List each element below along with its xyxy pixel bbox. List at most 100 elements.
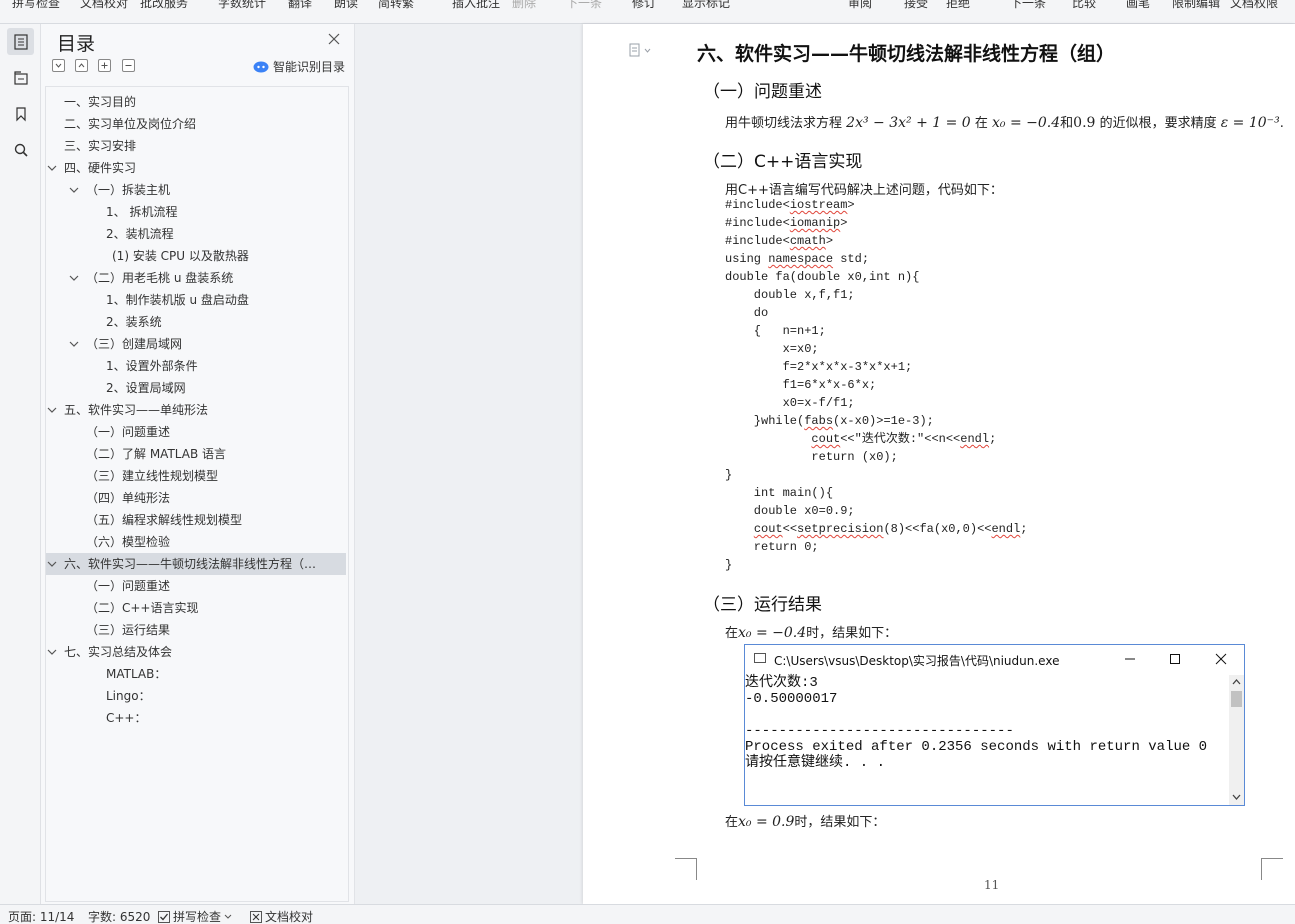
toc-item[interactable]: （一）问题重述 <box>46 421 346 443</box>
code-block: #include<iostream> #include<iomanip> #incl… <box>725 196 1028 574</box>
ribbon-proofread[interactable]: 文档校对 <box>80 0 128 11</box>
toc-item[interactable]: 1、 拆机流程 <box>46 201 346 223</box>
proofread-status[interactable]: 文档校对 <box>250 908 313 924</box>
toc-item[interactable]: 2、设置局域网 <box>46 377 346 399</box>
toc-item[interactable]: （三）创建局域网 <box>46 333 346 355</box>
toc-item[interactable]: 1、制作装机版 u 盘启动盘 <box>46 289 346 311</box>
toc-item[interactable]: （二）用老毛桃 u 盘装系统 <box>46 267 346 289</box>
ribbon-insert-comment[interactable]: 插入批注 <box>452 0 500 11</box>
chevron-down-icon[interactable] <box>46 157 58 179</box>
toc-item[interactable]: （六）模型检验 <box>46 531 346 553</box>
dropdown-arrow-icon <box>224 914 232 919</box>
spellcheck-status[interactable]: 拼写检查 <box>158 908 232 924</box>
expand-down-icon[interactable] <box>52 59 65 72</box>
toc-item[interactable]: 六、软件实习——牛顿切线法解非线性方程（… <box>46 553 346 575</box>
toc-item-label: 2、装系统 <box>106 315 162 329</box>
toc-item[interactable]: C++： <box>46 707 346 729</box>
toc-item-label: （二）了解 MATLAB 语言 <box>86 447 226 461</box>
ribbon-read-aloud[interactable]: 朗读 <box>334 0 358 11</box>
ribbon-delete[interactable]: 删除 <box>512 0 536 11</box>
toc-item[interactable]: （四）单纯形法 <box>46 487 346 509</box>
close-window-icon[interactable] <box>1211 649 1231 669</box>
chevron-down-icon[interactable] <box>46 553 58 575</box>
ribbon-pen[interactable]: 画笔 <box>1126 0 1150 11</box>
bookmark-icon[interactable] <box>7 100 34 127</box>
toc-item[interactable]: 2、装系统 <box>46 311 346 333</box>
toc-item[interactable]: Lingo： <box>46 685 346 707</box>
toc-item[interactable]: 三、实习安排 <box>46 135 346 157</box>
ribbon-translate[interactable]: 翻译 <box>288 0 312 11</box>
chevron-down-icon[interactable] <box>68 179 80 201</box>
toc-item[interactable]: MATLAB： <box>46 663 346 685</box>
page-indicator[interactable]: 页面: 11/14 <box>8 908 74 924</box>
chapter-nav-icon[interactable] <box>7 64 34 91</box>
paragraph-mark-icon[interactable] <box>629 43 653 57</box>
code-line: double x0=0.9; <box>725 504 855 518</box>
scroll-down-icon[interactable] <box>1231 793 1242 802</box>
console-output: 迭代次数:3 -0.50000017 -----------------------… <box>745 675 1229 805</box>
toc-title: 目录 <box>57 33 96 55</box>
ribbon-revise[interactable]: 修订 <box>632 0 656 11</box>
console-scrollbar[interactable] <box>1229 675 1244 805</box>
toc-item-label: Lingo： <box>106 689 151 703</box>
chevron-down-icon[interactable] <box>46 641 58 663</box>
ribbon-review[interactable]: 审阅 <box>848 0 872 11</box>
toc-item[interactable]: 四、硬件实习 <box>46 157 346 179</box>
toc-item[interactable]: 2、装机流程 <box>46 223 346 245</box>
ribbon-spellcheck[interactable]: 拼写检查 <box>12 0 60 11</box>
remove-heading-icon[interactable] <box>122 59 135 72</box>
toc-item-label: 七、实习总结及体会 <box>64 645 173 659</box>
ribbon-restrict-edit[interactable]: 限制编辑 <box>1172 0 1220 11</box>
page-corner-left <box>675 858 697 880</box>
minimize-icon[interactable] <box>1120 649 1140 669</box>
toc-item-label: (1) 安装 CPU 以及散热器 <box>112 249 249 263</box>
close-icon[interactable] <box>327 32 341 46</box>
toc-item[interactable]: 五、软件实习——单纯形法 <box>46 399 346 421</box>
code-line: #include<iomanip> <box>725 216 848 230</box>
scroll-up-icon[interactable] <box>1231 677 1242 686</box>
ribbon-accept[interactable]: 接受 <box>904 0 928 11</box>
ribbon-next[interactable]: 下一条 <box>566 0 602 11</box>
ribbon-reject[interactable]: 拒绝 <box>946 0 970 11</box>
word-count[interactable]: 字数: 6520 <box>88 908 150 924</box>
toc-item[interactable]: （一）问题重述 <box>46 575 346 597</box>
toc-item-label: 2、装机流程 <box>106 227 174 241</box>
add-heading-icon[interactable] <box>98 59 111 72</box>
chevron-down-icon[interactable] <box>46 399 58 421</box>
toc-item[interactable]: （一）拆装主机 <box>46 179 346 201</box>
proof-box-icon <box>250 910 262 923</box>
scroll-thumb[interactable] <box>1231 691 1242 707</box>
toc-item[interactable]: （二）C++语言实现 <box>46 597 346 619</box>
code-line: cout<<setprecision(8)<<fa(x0,0)<<endl; <box>753 522 1028 536</box>
chevron-down-icon[interactable] <box>68 267 80 289</box>
ribbon-simp-to-trad[interactable]: 简转繁 <box>378 0 414 11</box>
ribbon-review-service[interactable]: 批改服务 <box>140 0 188 11</box>
code-line: #include<iostream> <box>725 198 855 212</box>
smart-toc-button[interactable]: 智能识别目录 <box>253 58 345 75</box>
toc-panel-icon[interactable] <box>7 28 34 55</box>
toc-item-label: 1、 拆机流程 <box>106 205 178 219</box>
toc-item[interactable]: 七、实习总结及体会 <box>46 641 346 663</box>
ribbon-next-change[interactable]: 下一条 <box>1010 0 1046 11</box>
ribbon-doc-permission[interactable]: 文档权限 <box>1230 0 1278 11</box>
toc-item-label: （三）运行结果 <box>86 623 171 637</box>
ribbon-word-count[interactable]: 字数统计 <box>218 0 266 11</box>
chevron-down-icon[interactable] <box>68 333 80 355</box>
toc-item[interactable]: 一、实习目的 <box>46 91 346 113</box>
toc-item-label: （一）拆装主机 <box>86 183 171 197</box>
search-icon[interactable] <box>7 136 34 163</box>
code-line: x=x0; <box>725 342 819 356</box>
toc-item[interactable]: 二、实习单位及岗位介绍 <box>46 113 346 135</box>
toc-item[interactable]: （五）编程求解线性规划模型 <box>46 509 346 531</box>
ribbon-compare[interactable]: 比较 <box>1072 0 1096 11</box>
toc-item[interactable]: 1、设置外部条件 <box>46 355 346 377</box>
maximize-icon[interactable] <box>1165 649 1185 669</box>
toc-item[interactable]: (1) 安装 CPU 以及散热器 <box>46 245 346 267</box>
toc-item[interactable]: （三）运行结果 <box>46 619 346 641</box>
ribbon-show-markup[interactable]: 显示标记 <box>682 0 730 11</box>
result-2-text-a: 在 <box>725 815 739 830</box>
toc-item[interactable]: （二）了解 MATLAB 语言 <box>46 443 346 465</box>
code-line: return (x0); <box>725 450 898 464</box>
collapse-up-icon[interactable] <box>75 59 88 72</box>
toc-item[interactable]: （三）建立线性规划模型 <box>46 465 346 487</box>
